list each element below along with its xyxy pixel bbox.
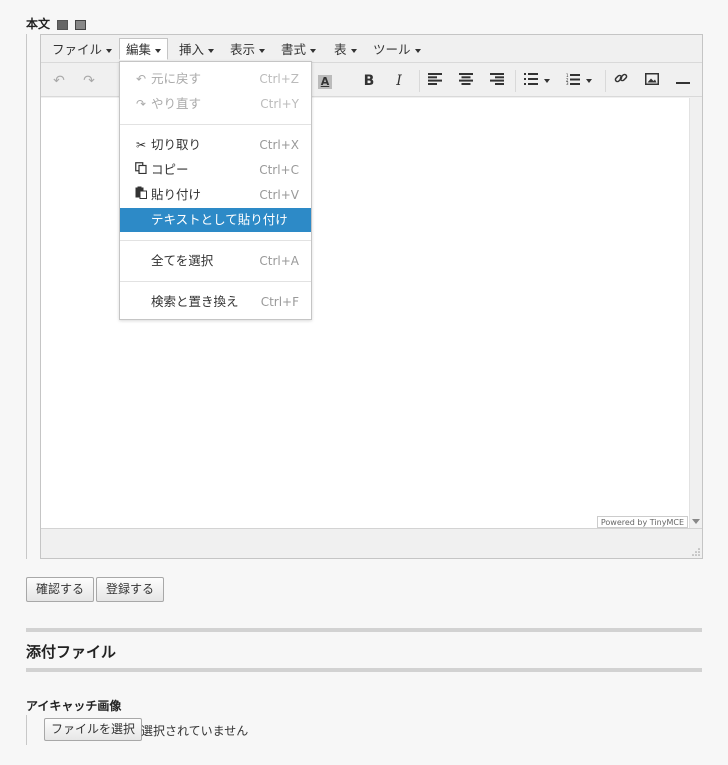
toolbar-separator bbox=[419, 70, 420, 92]
chevron-down-icon bbox=[586, 79, 592, 83]
undo-icon: ↶ bbox=[135, 72, 147, 86]
edit-menu-dropdown: ↶ 元に戻す Ctrl+Z ↷ やり直す Ctrl+Y ✂ 切り取り Ctrl+… bbox=[119, 61, 312, 320]
html-mode-icon[interactable] bbox=[75, 19, 87, 30]
bold-button[interactable]: B bbox=[357, 70, 381, 92]
toolbar-separator bbox=[605, 70, 606, 92]
menu-item-cut[interactable]: ✂ 切り取り Ctrl+X bbox=[120, 133, 311, 157]
cut-icon: ✂ bbox=[135, 138, 147, 152]
menu-item-select-all[interactable]: 全てを選択 Ctrl+A bbox=[120, 249, 311, 273]
menu-separator bbox=[120, 240, 311, 241]
menu-item-redo[interactable]: ↷ やり直す Ctrl+Y bbox=[120, 92, 311, 116]
menu-insert[interactable]: 挿入 bbox=[172, 38, 221, 60]
bullet-list-icon[interactable] bbox=[519, 70, 555, 92]
copy-icon bbox=[134, 158, 148, 182]
attachments-section-title: 添付ファイル bbox=[26, 643, 117, 661]
undo-icon[interactable]: ↶ bbox=[47, 70, 71, 92]
chevron-down-icon bbox=[106, 48, 113, 53]
menu-item-find-replace[interactable]: 検索と置き換え Ctrl+F bbox=[120, 290, 311, 314]
menu-separator bbox=[120, 281, 311, 282]
align-right-icon[interactable] bbox=[485, 70, 509, 92]
editor-scrollbar[interactable] bbox=[689, 98, 702, 528]
section-divider-top bbox=[26, 628, 702, 632]
chevron-down-icon bbox=[350, 48, 357, 53]
editor-statusbar: Powered by TinyMCE bbox=[41, 516, 702, 558]
link-icon[interactable] bbox=[609, 70, 633, 92]
menu-item-paste-as-text[interactable]: テキストとして貼り付け bbox=[120, 208, 311, 232]
field-indent-rule bbox=[26, 34, 27, 559]
paste-icon bbox=[134, 183, 148, 207]
eyecatch-image-label: アイキャッチ画像 bbox=[26, 699, 122, 713]
editor-mode-icon[interactable] bbox=[57, 19, 69, 30]
body-label: 本文 bbox=[26, 15, 87, 32]
register-button[interactable]: 登録する bbox=[96, 577, 165, 602]
no-file-selected-text: 選択されていません bbox=[141, 724, 249, 738]
confirm-button[interactable]: 確認する bbox=[26, 577, 95, 602]
align-center-icon[interactable] bbox=[454, 70, 478, 92]
menu-view[interactable]: 表示 bbox=[223, 38, 272, 60]
svg-text:3: 3 bbox=[566, 81, 569, 85]
toolbar-separator bbox=[515, 70, 516, 92]
powered-by-label[interactable]: Powered by TinyMCE bbox=[596, 516, 688, 528]
menu-table[interactable]: 表 bbox=[327, 38, 364, 60]
italic-button[interactable]: I bbox=[387, 70, 411, 92]
chevron-down-icon bbox=[208, 48, 215, 53]
chevron-down-icon bbox=[155, 48, 162, 53]
chevron-down-icon bbox=[544, 79, 550, 83]
resize-handle-icon[interactable] bbox=[692, 548, 700, 556]
scroll-down-arrow-icon[interactable] bbox=[692, 519, 700, 524]
horizontal-rule-icon[interactable] bbox=[671, 70, 695, 92]
align-left-icon[interactable] bbox=[423, 70, 447, 92]
menu-file[interactable]: ファイル bbox=[45, 38, 119, 60]
numbered-list-icon[interactable]: 123 bbox=[561, 70, 597, 92]
field-indent-rule bbox=[26, 715, 27, 745]
menu-item-undo[interactable]: ↶ 元に戻す Ctrl+Z bbox=[120, 67, 311, 91]
menu-item-copy[interactable]: コピー Ctrl+C bbox=[120, 158, 311, 182]
chevron-down-icon bbox=[414, 48, 421, 53]
choose-file-button[interactable]: ファイルを選択 bbox=[44, 718, 143, 741]
chevron-down-icon bbox=[310, 48, 317, 53]
editor-menubar: ファイル 編集 挿入 表示 書式 表 ツール bbox=[41, 35, 702, 63]
body-label-text: 本文 bbox=[26, 17, 51, 31]
section-divider-bottom bbox=[26, 668, 702, 672]
redo-icon: ↷ bbox=[135, 97, 147, 111]
image-icon[interactable] bbox=[640, 70, 664, 92]
text-color-icon: A bbox=[318, 75, 332, 89]
menu-item-paste[interactable]: 貼り付け Ctrl+V bbox=[120, 183, 311, 207]
text-color-button[interactable]: A bbox=[313, 70, 337, 105]
chevron-down-icon bbox=[259, 48, 266, 53]
menu-edit[interactable]: 編集 bbox=[119, 38, 169, 60]
menu-separator bbox=[120, 124, 311, 125]
menu-format[interactable]: 書式 bbox=[274, 38, 323, 60]
menu-tools[interactable]: ツール bbox=[366, 38, 428, 60]
redo-icon[interactable]: ↷ bbox=[77, 70, 101, 92]
